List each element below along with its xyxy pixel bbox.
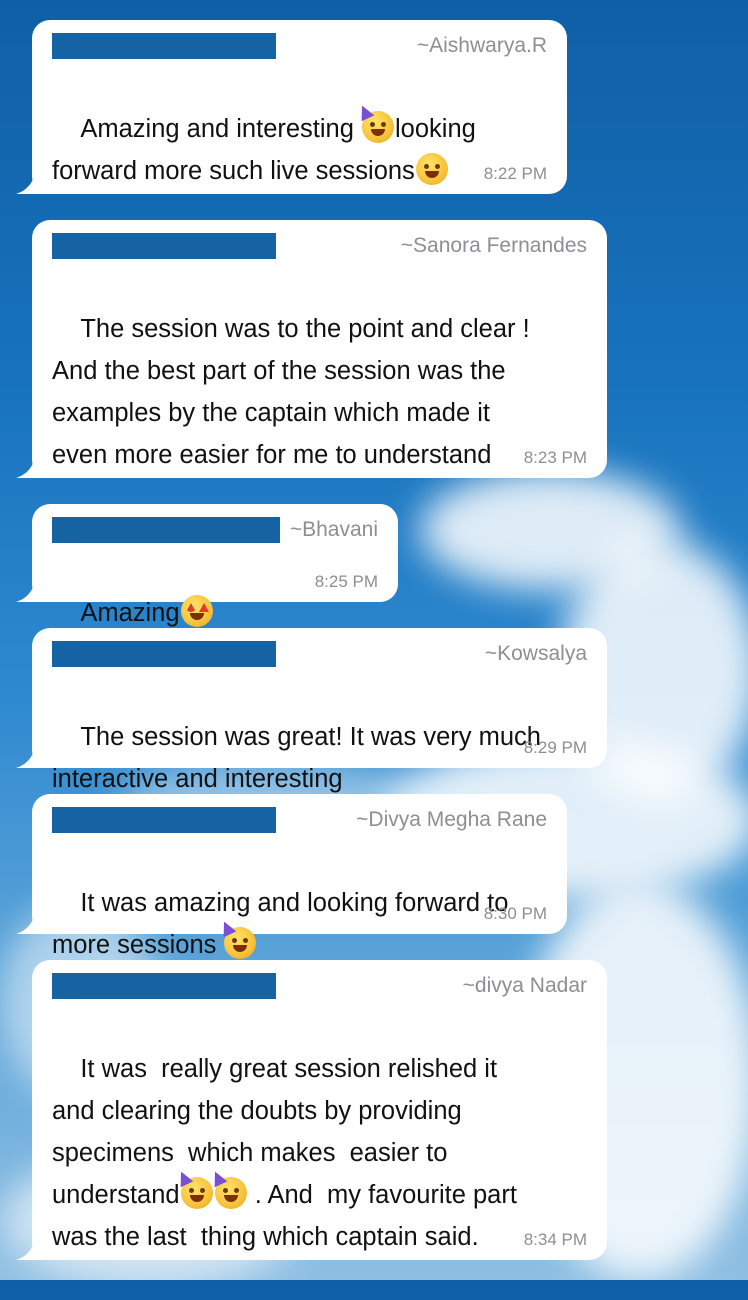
bubble-tail [16, 452, 50, 478]
message-text: It was really great session relished it a… [52, 1055, 517, 1251]
redacted-phone-number [52, 33, 276, 59]
star-struck-icon [180, 595, 213, 627]
sender-name: ~Aishwarya.R [416, 34, 547, 57]
message-bubble[interactable]: ~divya Nadar It was really great session… [16, 960, 607, 1260]
redacted-phone-number [52, 973, 276, 999]
redacted-phone-number [52, 517, 280, 543]
sender-name: ~Divya Megha Rane [356, 808, 547, 831]
message-timestamp: 8:22 PM [483, 164, 547, 183]
sender-name: ~divya Nadar [462, 974, 587, 997]
message-timestamp: 8:30 PM [483, 904, 547, 923]
partying-face-icon [174, 1168, 213, 1209]
message-text: Amazing and interesting looking forward m… [52, 66, 476, 234]
message-bubble[interactable]: ~Bhavani Amazing 8:25 PM [16, 504, 398, 627]
message-bubble[interactable]: ~Sanora Fernandes The session was to the… [16, 220, 607, 478]
message-timestamp: 8:25 PM [314, 572, 378, 591]
redacted-phone-number [52, 233, 276, 259]
sender-name: ~Bhavani [289, 518, 378, 541]
bubble-tail [16, 1234, 50, 1260]
partying-face-icon [355, 102, 395, 143]
message-timestamp: 8:29 PM [523, 738, 587, 757]
partying-face-icon [218, 918, 257, 959]
message-bubble[interactable]: ~Divya Megha Rane It was amazing and loo… [16, 794, 567, 959]
redacted-phone-number [52, 807, 276, 833]
message-text: The session was to the point and clear !… [52, 315, 530, 469]
bubble-tail [16, 742, 50, 768]
message-timestamp: 8:23 PM [523, 448, 587, 467]
message-timestamp: 8:34 PM [523, 1230, 587, 1249]
message-bubble[interactable]: ~Kowsalya The session was great! It was … [16, 628, 607, 793]
redacted-phone-number [52, 641, 276, 667]
sender-name: ~Kowsalya [484, 642, 587, 665]
grinning-face-icon [415, 153, 448, 185]
message-bubble[interactable]: ~Aishwarya.R Amazing and interesting loo… [16, 20, 567, 194]
sender-name: ~Sanora Fernandes [400, 234, 587, 257]
partying-face-icon [208, 1168, 247, 1209]
bubble-tail [16, 168, 50, 194]
bubble-tail [16, 908, 50, 934]
bubble-tail [16, 576, 50, 602]
